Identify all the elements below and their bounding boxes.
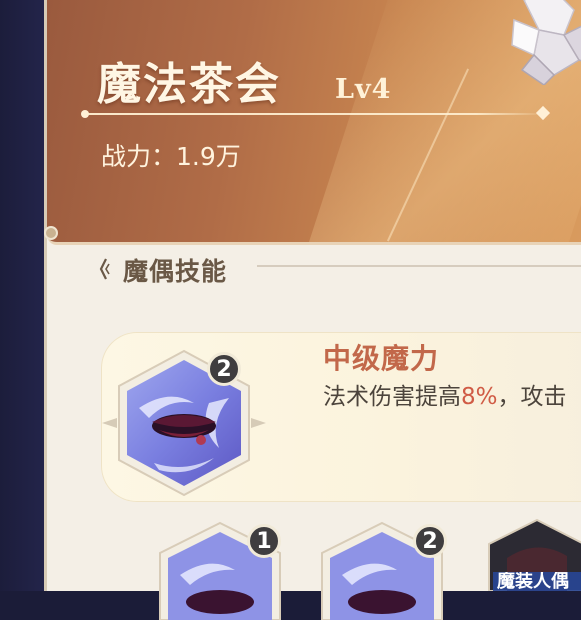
- skill-level-badge: 2: [207, 352, 241, 386]
- doll-header-banner: 魔法茶会 Lv4 战力：1.9万: [47, 0, 581, 245]
- combat-power: 战力：1.9万: [101, 137, 241, 173]
- doll-detail-panel: 魔法茶会 Lv4 战力：1.9万 魔偶技能 2 中级魔力 法术伤害提高8%，攻击…: [44, 0, 581, 620]
- skill-slot-1-badge: 1: [247, 524, 281, 558]
- skill-desc-highlight: 8%: [461, 384, 498, 410]
- combat-power-value: 1.9万: [176, 142, 241, 171]
- crystal-ornament-icon: [511, 0, 581, 85]
- header-divider: [87, 113, 545, 115]
- skill-desc-text-suffix: ，攻击: [497, 384, 567, 410]
- combat-power-label: 战力：: [101, 142, 177, 171]
- mid-magic-skill-icon[interactable]: [99, 348, 269, 498]
- panel-corner-dot: [44, 226, 58, 240]
- section-title-doll-skills: 魔偶技能: [123, 257, 228, 286]
- skill-desc-text: 法术伤害提高: [323, 384, 461, 410]
- skill-name: 中级魔力: [323, 342, 440, 375]
- doll-name-title: 魔法茶会: [97, 59, 281, 110]
- left-dark-sidebar: [0, 0, 44, 591]
- section-divider: [257, 265, 581, 267]
- skill-slot-3-label: 魔装人偶: [493, 572, 581, 591]
- section-ornament-icon: [99, 258, 110, 280]
- doll-level-label: Lv4: [335, 74, 392, 105]
- skill-slot-2-badge: 2: [413, 524, 447, 558]
- skill-description: 法术伤害提高8%，攻击: [323, 377, 567, 411]
